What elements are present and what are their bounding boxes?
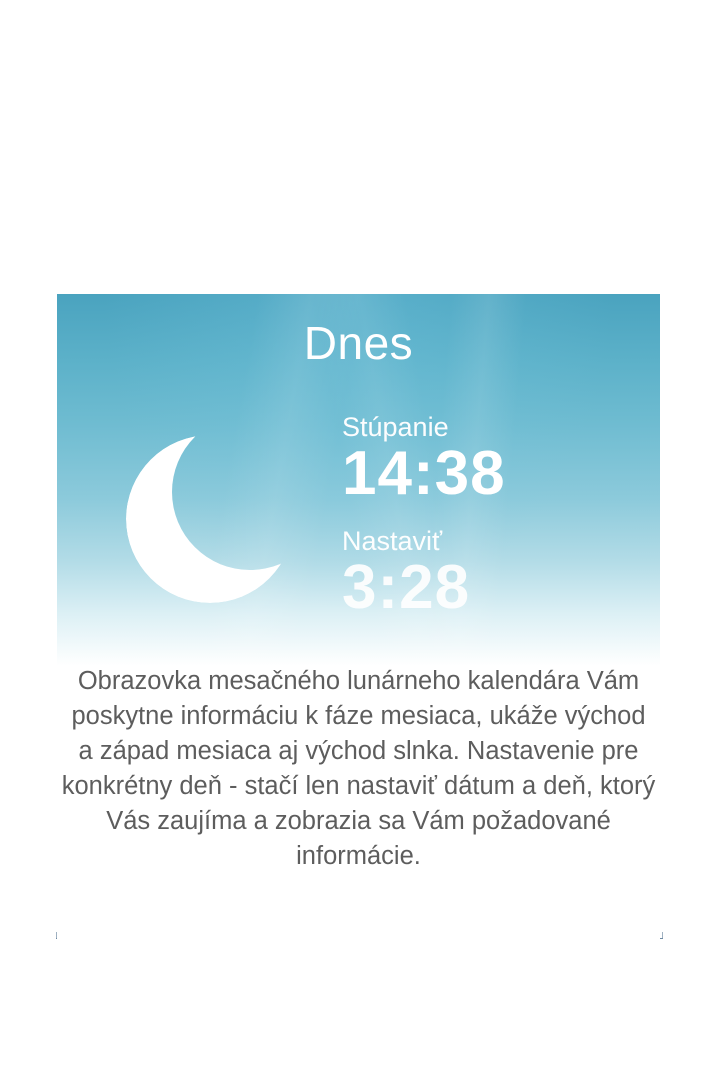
moonset-label: Nastaviť bbox=[342, 526, 443, 556]
crescent-moon-icon bbox=[126, 435, 294, 603]
moonset-time: 3:28 bbox=[342, 553, 471, 622]
moon-calendar-card: Dnes Stúpanie 14:38 Nastaviť 3:28 Obrazo… bbox=[57, 294, 660, 940]
page: Dnes Stúpanie 14:38 Nastaviť 3:28 Obrazo… bbox=[0, 0, 720, 1080]
moonrise-time: 14:38 bbox=[342, 439, 506, 508]
moonrise-block: Stúpanie 14:38 bbox=[342, 412, 506, 506]
moonrise-label: Stúpanie bbox=[342, 412, 449, 442]
day-title: Dnes bbox=[303, 317, 414, 369]
feature-description: Obrazovka mesačného lunárneho kalendára … bbox=[61, 667, 656, 870]
moon-scene: Dnes Stúpanie 14:38 Nastaviť 3:28 bbox=[57, 294, 660, 666]
moonset-block: Nastaviť 3:28 bbox=[342, 526, 470, 620]
